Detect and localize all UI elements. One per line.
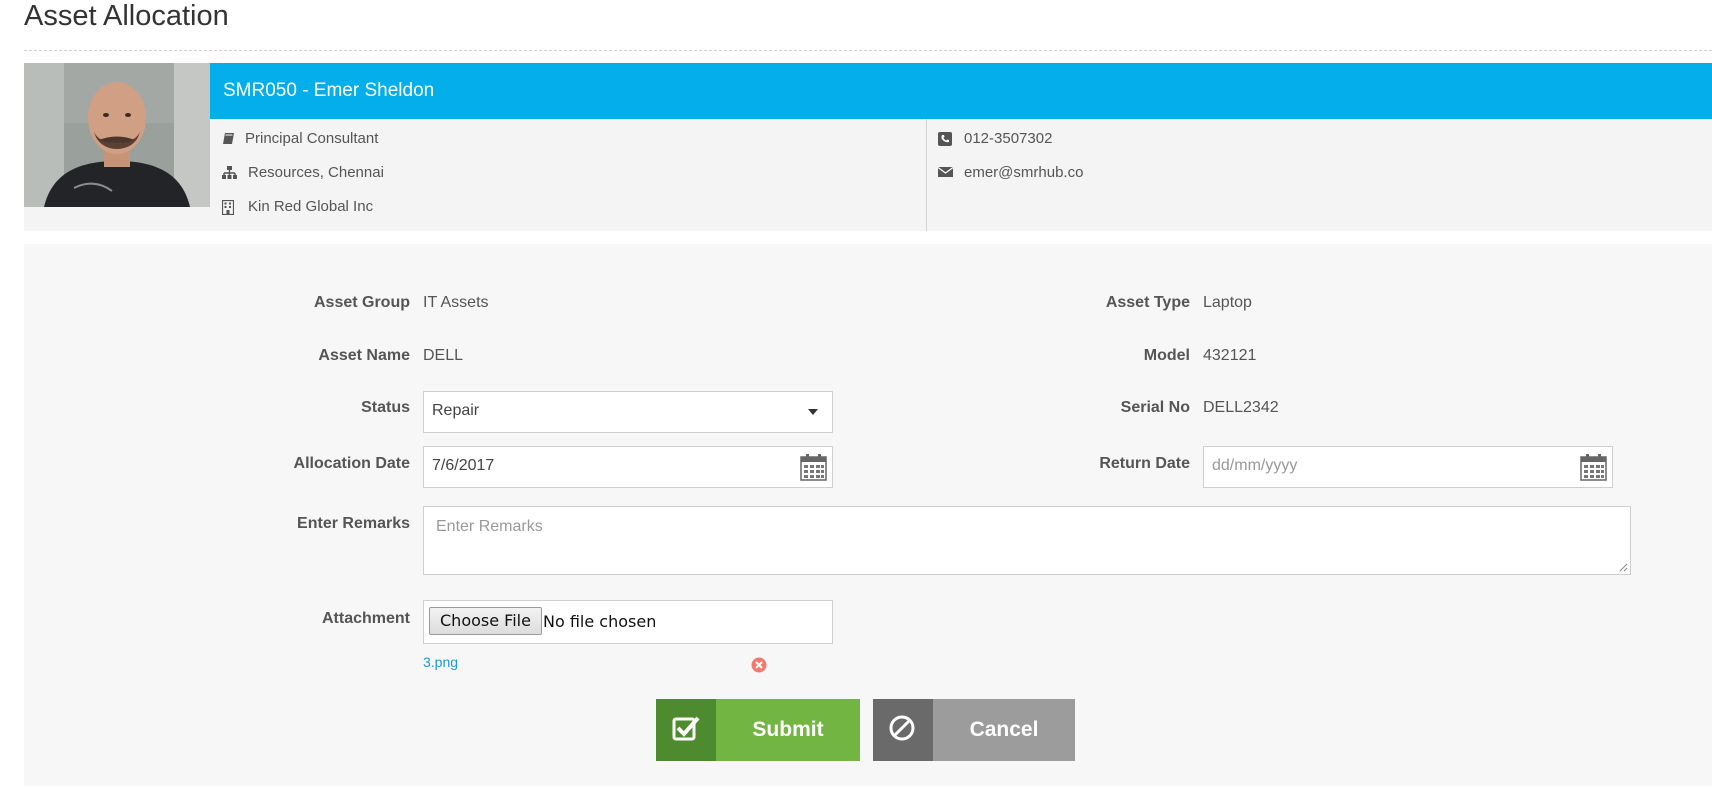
- attachment-label: Attachment: [321, 610, 410, 627]
- serial-no-label: Serial No: [1120, 399, 1190, 416]
- checkbox-checked-icon: [656, 699, 716, 761]
- asset-type-label: Asset Type: [1105, 294, 1190, 311]
- model-label: Model: [1143, 347, 1190, 364]
- designation-text: Principal Consultant: [245, 130, 379, 147]
- email-text: emer@smrhub.co: [964, 164, 1084, 181]
- profile-column-divider: [926, 119, 927, 231]
- asset-name-label: Asset Name: [318, 347, 410, 364]
- attachment-file-input[interactable]: Choose File No file chosen: [423, 600, 833, 644]
- cancel-button[interactable]: Cancel: [873, 699, 1075, 761]
- allocation-date-value: 7/6/2017: [432, 457, 495, 474]
- cancel-label: Cancel: [933, 699, 1075, 761]
- status-select[interactable]: Repair: [423, 391, 833, 433]
- department-text: Resources, Chennai: [248, 164, 384, 181]
- status-selected-value: Repair: [432, 402, 480, 419]
- title-divider: [24, 50, 1712, 51]
- asset-name-value: DELL: [423, 347, 464, 364]
- asset-form: Asset Group IT Assets Asset Type Laptop …: [24, 244, 1712, 786]
- asset-group-value: IT Assets: [423, 294, 489, 311]
- remarks-placeholder: Enter Remarks: [436, 518, 543, 535]
- book-icon: [223, 133, 234, 144]
- file-status-text: No file chosen: [543, 612, 657, 631]
- submit-label: Submit: [716, 699, 860, 761]
- return-date-label: Return Date: [1099, 455, 1190, 472]
- avatar: [24, 63, 210, 207]
- phone-icon: [938, 132, 952, 146]
- phone-text: 012-3507302: [964, 130, 1053, 147]
- submit-button[interactable]: Submit: [656, 699, 860, 761]
- ban-icon: [873, 699, 933, 761]
- allocation-date-label: Allocation Date: [293, 455, 410, 472]
- asset-group-label: Asset Group: [313, 294, 410, 311]
- return-date-placeholder: dd/mm/yyyy: [1212, 457, 1298, 474]
- attached-file-link[interactable]: 3.png: [423, 654, 458, 670]
- envelope-icon: [938, 167, 953, 177]
- choose-file-button[interactable]: Choose File: [429, 607, 542, 635]
- page-title: Asset Allocation: [24, 0, 229, 32]
- resize-handle-icon[interactable]: [1619, 563, 1628, 572]
- serial-no-value: DELL2342: [1203, 399, 1279, 416]
- remarks-textarea[interactable]: Enter Remarks: [423, 506, 1631, 575]
- org-chart-icon: [222, 166, 237, 179]
- company-text: Kin Red Global Inc: [248, 198, 374, 215]
- remarks-label: Enter Remarks: [297, 515, 410, 532]
- chevron-down-icon: [808, 409, 818, 415]
- status-label: Status: [361, 399, 410, 416]
- model-value: 432121: [1203, 347, 1257, 364]
- asset-type-value: Laptop: [1203, 294, 1252, 311]
- remove-attachment-icon[interactable]: [751, 657, 767, 673]
- profile-header: SMR050 - Emer Sheldon: [210, 63, 1712, 119]
- calendar-icon[interactable]: [1580, 453, 1607, 481]
- employee-profile-card: SMR050 - Emer Sheldon Principal Consulta…: [24, 63, 1712, 231]
- profile-details: Principal Consultant Resources, Chennai …: [210, 119, 1712, 231]
- return-date-input[interactable]: dd/mm/yyyy: [1203, 446, 1613, 488]
- allocation-date-input[interactable]: 7/6/2017: [423, 446, 833, 488]
- calendar-icon[interactable]: [800, 453, 827, 481]
- building-icon: [222, 200, 234, 215]
